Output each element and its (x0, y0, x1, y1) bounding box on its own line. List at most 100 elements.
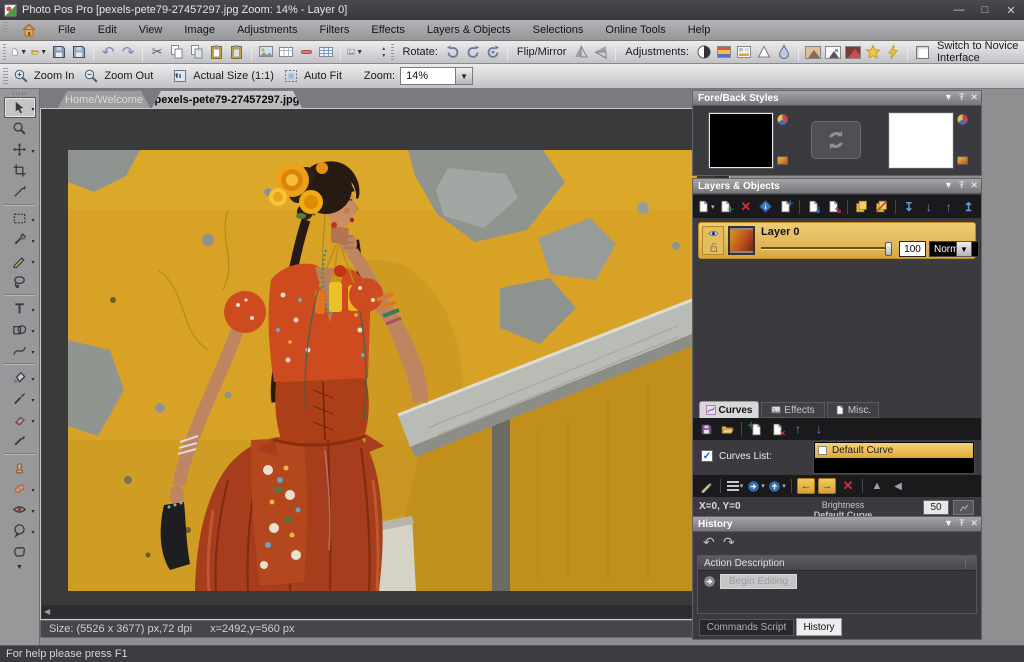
duplicate-layer-button[interactable]: ＋ (777, 198, 794, 216)
pointer-tool[interactable]: ▾ (4, 97, 36, 118)
delete-curve-button[interactable]: ✕ (768, 420, 786, 438)
actual-size-button[interactable]: Actual Size (1:1) (170, 66, 281, 86)
curve-up-button[interactable]: ↑ (789, 420, 807, 438)
maximize-icon[interactable]: □ (972, 4, 998, 16)
copy-merged-button[interactable] (187, 42, 207, 62)
tab-commands-script[interactable]: Commands Script (699, 619, 794, 636)
rotate-custom-button[interactable] (483, 42, 503, 62)
close-icon[interactable]: ✕ (998, 4, 1024, 17)
zoom-in-button[interactable]: Zoom In (11, 66, 81, 86)
panel-close-icon[interactable]: ✕ (970, 92, 978, 103)
table-button[interactable] (276, 42, 296, 62)
curve-down-button[interactable]: ↓ (810, 420, 828, 438)
lasso-tool[interactable] (4, 271, 36, 292)
grid-button[interactable] (316, 42, 336, 62)
layer-row[interactable]: Layer 0 100 Normal ▼ (698, 222, 976, 259)
red-eye-tool[interactable]: ▾ (4, 499, 36, 520)
menu-selections[interactable]: Selections (522, 20, 595, 40)
healing-tool[interactable]: ▾ (4, 478, 36, 499)
paste-as-layer-button[interactable]: ＋ (718, 198, 735, 216)
layer-lock-icon[interactable] (708, 242, 719, 253)
panel-pin-icon[interactable]: Ŧ (959, 92, 965, 103)
eraser-tool[interactable]: ▾ (4, 409, 36, 430)
menu-adjustments[interactable]: Adjustments (226, 20, 309, 40)
save-button[interactable] (49, 42, 69, 62)
move-layer-down-button[interactable]: ↓ (920, 198, 937, 216)
new-layer-button[interactable]: ▾ (697, 198, 715, 216)
clone-stamp-tool[interactable] (4, 457, 36, 478)
eyedropper-tool[interactable] (4, 430, 36, 451)
panel-menu-icon[interactable]: ▼ (944, 180, 953, 191)
tab-document[interactable]: pexels-pete79-27457297.jpg (152, 91, 302, 108)
delete-layer-button[interactable]: ✕ (737, 198, 754, 216)
panel-pin-icon[interactable]: Ŧ (959, 180, 965, 191)
foreground-style-button[interactable] (776, 113, 789, 131)
move-tool[interactable]: ▾ (4, 139, 36, 160)
move-layer-top-button[interactable]: ↥ (960, 198, 977, 216)
tab-history[interactable]: History (796, 618, 842, 636)
curve-chart-button[interactable] (953, 500, 974, 515)
history-item-row[interactable]: Begin Editing (698, 572, 976, 590)
panel-close-icon[interactable]: ✕ (970, 518, 978, 529)
favorites-button[interactable] (863, 42, 883, 62)
zoom-tool[interactable] (4, 118, 36, 139)
curve-value-input[interactable]: 50 (923, 500, 949, 515)
next-curve-button[interactable]: → (818, 478, 836, 494)
blur-button[interactable] (774, 42, 794, 62)
ungroup-layers-button[interactable] (873, 198, 890, 216)
load-curve-button[interactable] (718, 420, 736, 438)
menu-file[interactable]: File (47, 20, 87, 40)
menu-image[interactable]: Image (173, 20, 226, 40)
canvas-image[interactable] (68, 150, 697, 591)
crop-tool[interactable] (4, 160, 36, 181)
tab-curves[interactable]: Curves (699, 401, 759, 418)
curve-line-tool[interactable]: ▾ (4, 340, 36, 361)
contrast-button[interactable] (694, 42, 714, 62)
zoom-dropdown-button[interactable]: ▼ (456, 67, 473, 85)
text-tool[interactable]: ▾ (4, 298, 36, 319)
remove-button[interactable] (296, 42, 316, 62)
histogram-button[interactable] (843, 42, 863, 62)
horizontal-scrollbar[interactable]: ◀▶ (42, 605, 714, 618)
add-curve-button[interactable]: ＋ (747, 420, 765, 438)
sharpen-button[interactable] (754, 42, 774, 62)
menu-help[interactable]: Help (677, 20, 722, 40)
novice-checkbox[interactable] (912, 42, 932, 62)
group-layers-button[interactable] (853, 198, 870, 216)
curves-list-checkbox[interactable]: ✓ (701, 450, 713, 462)
flip-vertical-button[interactable] (571, 42, 591, 62)
menu-online-tools[interactable]: Online Tools (594, 20, 676, 40)
new-file-button[interactable]: ▼ (9, 42, 29, 62)
apply-upward-button[interactable]: ▾ (768, 477, 786, 495)
background-swatch[interactable] (889, 113, 953, 168)
copy-button[interactable] (167, 42, 187, 62)
curve-layers-button[interactable]: ▾ (726, 477, 744, 495)
prev-curve-button[interactable]: ← (797, 478, 815, 494)
tab-effects[interactable]: Effects (761, 402, 825, 418)
menu-edit[interactable]: Edit (87, 20, 128, 40)
fill-bucket-tool[interactable]: ▾ (4, 367, 36, 388)
background-style-button[interactable] (956, 113, 969, 131)
colors-button[interactable] (714, 42, 734, 62)
auto-fit-button[interactable]: Auto Fit (281, 66, 349, 86)
reset-curve-button[interactable]: ✕ (839, 477, 857, 495)
palette-scroll-down-button[interactable]: ▼ (4, 562, 36, 573)
panel-menu-icon[interactable]: ▼ (944, 92, 953, 103)
pen-select-tool[interactable]: ▾ (4, 250, 36, 271)
layer-name[interactable]: Layer 0 (761, 226, 800, 238)
opacity-slider-track[interactable] (761, 247, 891, 250)
move-layer-up-button[interactable]: ↑ (940, 198, 957, 216)
open-file-button[interactable]: ▼ (29, 42, 49, 62)
save-curve-button[interactable] (697, 420, 715, 438)
tab-home-welcome[interactable]: Home/Welcome (58, 91, 150, 108)
cut-button[interactable]: ✂ (147, 42, 167, 62)
layer-visible-icon[interactable] (707, 228, 720, 239)
history-redo-icon[interactable]: ↷ (723, 534, 735, 551)
menu-view[interactable]: View (128, 20, 174, 40)
opacity-value[interactable]: 100 (899, 241, 926, 257)
menu-layers-objects[interactable]: Layers & Objects (416, 20, 522, 40)
save-as-button[interactable] (69, 42, 89, 62)
foreground-swatch[interactable] (709, 113, 773, 168)
apply-curve-button[interactable] (697, 477, 715, 495)
home-button[interactable] (19, 20, 39, 40)
